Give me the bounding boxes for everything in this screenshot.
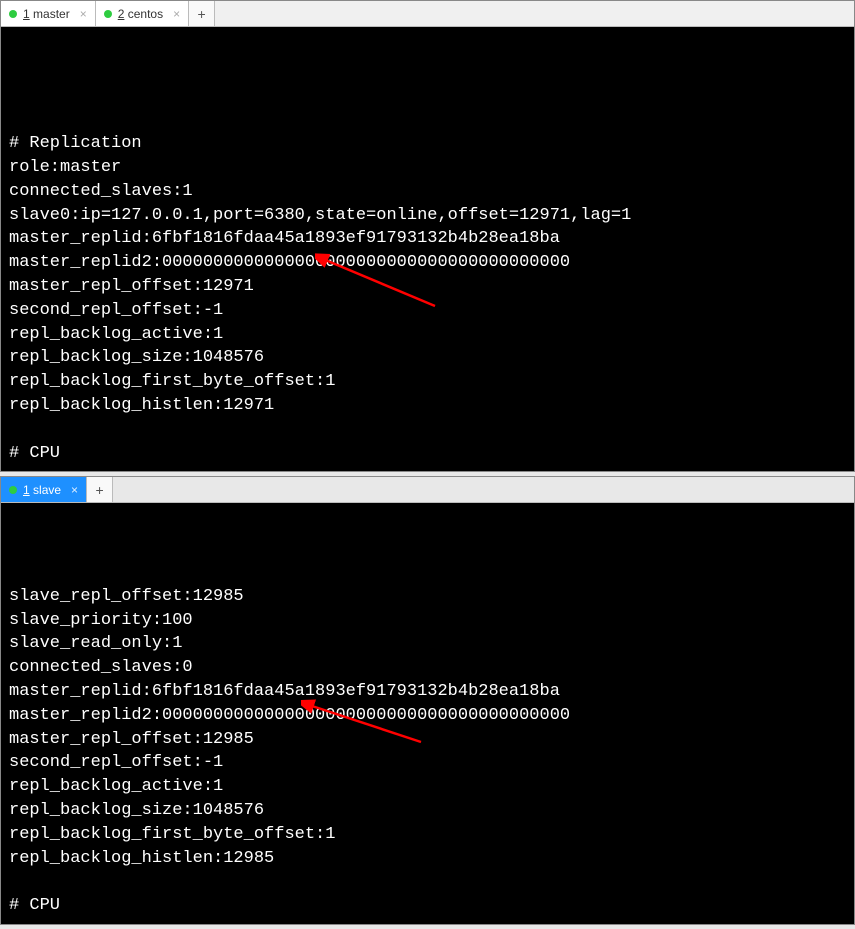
terminal-line: slave_repl_offset:12985 [9,585,846,609]
terminal-line [9,870,846,894]
terminal-line [9,418,846,442]
plus-icon: + [95,482,103,498]
terminal-line: repl_backlog_active:1 [9,323,846,347]
terminal-line: # CPU [9,442,846,466]
tab-label: 1 slave [23,483,61,497]
new-tab-button[interactable]: + [87,477,113,502]
terminal-line: master_replid2:0000000000000000000000000… [9,251,846,275]
terminal-line: slave_read_only:1 [9,632,846,656]
terminal-line: master_replid:6fbf1816fdaa45a1893ef91793… [9,227,846,251]
tab-slave[interactable]: 1 slave × [1,477,87,502]
terminal-line: repl_backlog_first_byte_offset:1 [9,823,846,847]
terminal-line: slave_priority:100 [9,609,846,633]
terminal-line: repl_backlog_size:1048576 [9,799,846,823]
terminal-line: repl_backlog_histlen:12985 [9,847,846,871]
tab-centos[interactable]: 2 centos × [96,1,189,26]
terminal-line: repl_backlog_histlen:12971 [9,394,846,418]
terminal-line [9,108,846,132]
terminal-line: second_repl_offset:-1 [9,751,846,775]
tab-label: 2 centos [118,7,163,21]
terminal-line: second_repl_offset:-1 [9,299,846,323]
terminal-line: master_replid:6fbf1816fdaa45a1893ef91793… [9,680,846,704]
tab-label: 1 master [23,7,70,21]
terminal-line: master_replid2:0000000000000000000000000… [9,704,846,728]
status-dot-icon [104,10,112,18]
close-icon[interactable]: × [71,483,78,497]
bottom-terminal[interactable]: slave_repl_offset:12985slave_priority:10… [1,503,854,924]
bottom-tabbar: 1 slave × + [1,477,854,503]
terminal-line: repl_backlog_active:1 [9,775,846,799]
terminal-line: # CPU [9,894,846,918]
close-icon[interactable]: × [173,7,180,21]
top-terminal[interactable]: # Replicationrole:masterconnected_slaves… [1,27,854,471]
new-tab-button[interactable]: + [189,1,215,26]
close-icon[interactable]: × [80,7,87,21]
plus-icon: + [198,6,206,22]
top-tabbar: 1 master × 2 centos × + [1,1,854,27]
terminal-line: repl_backlog_first_byte_offset:1 [9,370,846,394]
terminal-line: connected_slaves:1 [9,180,846,204]
terminal-line: # Replication [9,132,846,156]
terminal-line: connected_slaves:0 [9,656,846,680]
top-window: 1 master × 2 centos × + # Replicationrol… [0,0,855,472]
terminal-line: master_repl_offset:12985 [9,728,846,752]
terminal-line: role:master [9,156,846,180]
terminal-line: repl_backlog_size:1048576 [9,346,846,370]
terminal-line: slave0:ip=127.0.0.1,port=6380,state=onli… [9,204,846,228]
status-dot-icon [9,486,17,494]
status-dot-icon [9,10,17,18]
bottom-window: 1 slave × + slave_repl_offset:12985slave… [0,476,855,925]
terminal-line: master_repl_offset:12971 [9,275,846,299]
tab-master[interactable]: 1 master × [1,1,96,26]
